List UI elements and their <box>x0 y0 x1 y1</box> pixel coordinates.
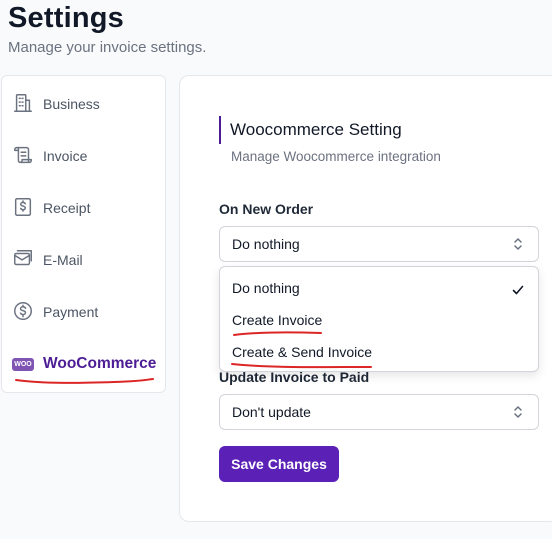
dropdown-option-do-nothing[interactable]: Do nothing <box>232 280 300 296</box>
chevron-up-down-icon <box>512 237 524 254</box>
on-new-order-dropdown: Do nothing Create Invoice Create & Send … <box>219 266 539 372</box>
sidebar-item-label: Receipt <box>43 200 91 216</box>
sidebar-item-label: WooCommerce <box>43 355 157 372</box>
sidebar-item-payment[interactable]: Payment <box>12 294 98 330</box>
sidebar-item-receipt[interactable]: Receipt <box>12 190 90 226</box>
dropdown-option-create-invoice[interactable]: Create Invoice <box>232 312 322 328</box>
building-icon <box>12 92 34 117</box>
on-new-order-select[interactable]: Do nothing <box>219 226 539 262</box>
section-title: Woocommerce Setting <box>230 120 402 139</box>
sidebar-item-label: E-Mail <box>43 252 83 268</box>
select-value: Don't update <box>232 404 311 420</box>
page-title: Settings <box>8 2 124 34</box>
chevron-up-down-icon <box>512 405 524 422</box>
page-subtitle: Manage your invoice settings. <box>8 39 207 56</box>
dollar-circle-icon <box>12 300 34 325</box>
select-value: Do nothing <box>232 236 300 252</box>
invoice-scroll-icon <box>12 144 34 169</box>
sidebar-item-label: Business <box>43 96 100 112</box>
mail-icon <box>12 248 34 273</box>
save-changes-button[interactable]: Save Changes <box>219 446 339 482</box>
update-invoice-select[interactable]: Don't update <box>219 394 539 430</box>
on-new-order-label: On New Order <box>219 201 314 217</box>
sidebar-item-business[interactable]: Business <box>12 86 100 122</box>
sidebar-item-invoice[interactable]: Invoice <box>12 138 87 174</box>
woocommerce-icon: WOO <box>12 357 34 371</box>
dropdown-option-create-send-invoice[interactable]: Create & Send Invoice <box>232 344 372 360</box>
check-icon <box>512 283 524 298</box>
sidebar-item-woocommerce[interactable]: WOO WooCommerce <box>12 346 156 382</box>
dollar-receipt-icon <box>12 196 34 221</box>
sidebar-item-label: Invoice <box>43 148 88 164</box>
sidebar-item-email[interactable]: E-Mail <box>12 242 83 278</box>
section-accent-bar <box>219 116 221 144</box>
sidebar-item-label: Payment <box>43 304 99 320</box>
section-subtitle: Manage Woocommerce integration <box>231 149 441 164</box>
